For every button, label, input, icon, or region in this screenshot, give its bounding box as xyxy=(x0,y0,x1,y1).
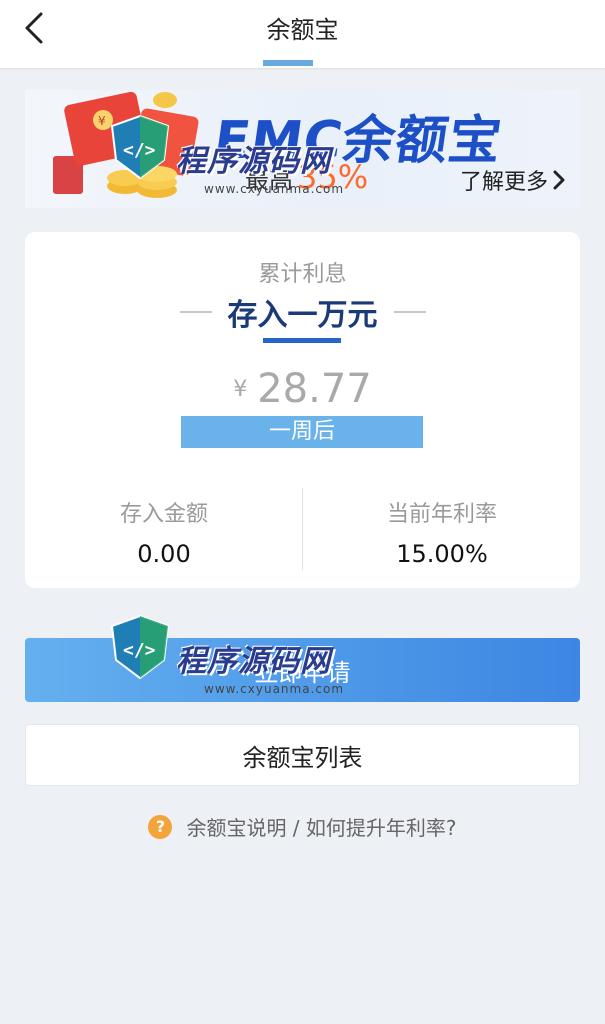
interest-card: 累计利息 存入一万元 ¥28.77 一周后 存入金额 0.00 当前年利率 15… xyxy=(25,232,580,588)
help-link[interactable]: ? 余额宝说明 / 如何提升年利率? xyxy=(0,812,605,841)
card-stats: 存入金额 0.00 当前年利率 15.00% xyxy=(25,488,580,574)
red-envelope-coins-illustration: ¥ xyxy=(53,91,199,198)
banner-subtitle: 最高 35% xyxy=(245,158,368,196)
accumulated-interest-label: 累计利息 xyxy=(258,262,347,287)
deposit-amount-value: 0.00 xyxy=(137,540,191,568)
title-dash-left xyxy=(179,311,212,313)
chevron-right-icon xyxy=(553,170,565,190)
title-indicator xyxy=(263,60,313,66)
annual-rate-stat: 当前年利率 15.00% xyxy=(303,488,581,568)
card-title-underline xyxy=(263,338,341,343)
svg-text:¥: ¥ xyxy=(98,114,106,128)
card-title: 存入一万元 xyxy=(227,298,378,333)
help-link-text: 余额宝说明 / 如何提升年利率? xyxy=(186,816,457,840)
page-title: 余额宝 xyxy=(266,16,339,44)
learn-more-label: 了解更多 xyxy=(459,170,548,195)
annual-rate-label: 当前年利率 xyxy=(386,502,497,527)
interest-amount: ¥28.77 xyxy=(25,366,580,412)
interest-amount-value: 28.77 xyxy=(257,366,372,412)
banner-subtitle-prefix: 最高 xyxy=(245,166,293,194)
deposit-amount-label: 存入金额 xyxy=(119,502,208,527)
annual-rate-value: 15.00% xyxy=(396,540,488,568)
question-icon: ? xyxy=(148,814,173,839)
learn-more-link[interactable]: 了解更多 xyxy=(460,164,566,196)
apply-now-button[interactable]: 立即申请 xyxy=(25,638,580,702)
deposit-amount-stat: 存入金额 0.00 xyxy=(25,488,303,568)
period-badge: 一周后 xyxy=(181,416,423,448)
app-header: 余额宝 xyxy=(0,0,605,68)
title-dash-right xyxy=(393,311,426,313)
currency-symbol: ¥ xyxy=(233,376,248,402)
yuebao-list-button[interactable]: 余额宝列表 xyxy=(25,724,580,786)
promo-banner[interactable]: ¥ EMC余额宝 最高 35% 了解更多 xyxy=(25,90,580,208)
card-title-row: 存入一万元 xyxy=(25,292,580,333)
banner-highlight-percent: 35% xyxy=(297,158,369,196)
